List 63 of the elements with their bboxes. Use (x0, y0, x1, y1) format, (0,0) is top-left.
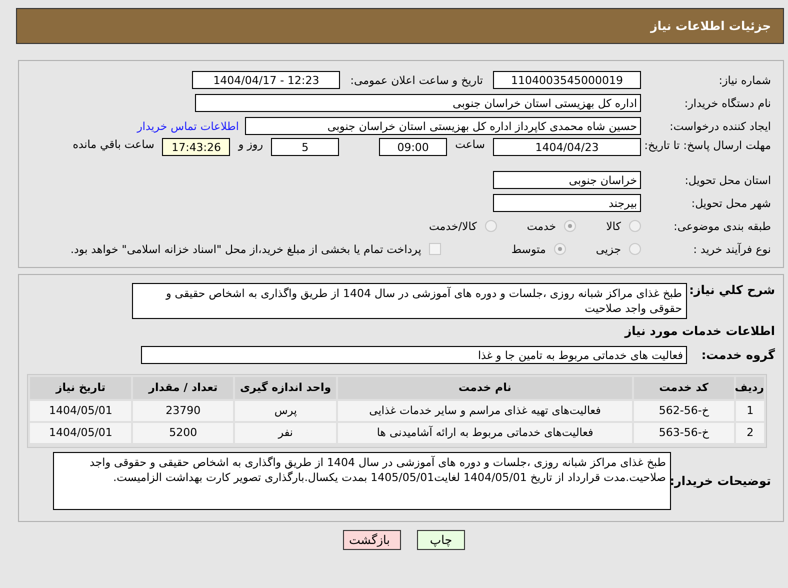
buyer-field: اداره کل بهزیستی استان خراسان جنوبی (195, 94, 641, 112)
radio-label: جزیی (596, 242, 621, 256)
table-cell: فعالیت‌های تهیه غذای مراسم و سایر خدمات غذایی (338, 401, 632, 421)
field-label: استان محل تحویل: (684, 174, 772, 186)
remaining-label: ساعت باقي مانده (72, 138, 154, 151)
radio-button[interactable] (554, 243, 566, 255)
radio-button[interactable] (629, 243, 641, 255)
table-cell: خ-56-562 (634, 401, 734, 421)
table-cell: 2 (736, 423, 764, 443)
checkbox[interactable] (429, 243, 442, 255)
field-label: نام دستگاه خریدار: (683, 96, 772, 110)
days-label: روز و (238, 138, 264, 151)
field-label: توضیحات خریدار: (671, 474, 772, 488)
announce-date-field: 1404/04/17 - 12:23 (192, 71, 340, 89)
column-header: واحد اندازه گیری (234, 377, 336, 399)
field-label: تاریخ و ساعت اعلان عمومی: (350, 74, 483, 86)
field-label: شماره نیاز: (718, 74, 772, 86)
field-label: شهر محل تحویل: (690, 196, 772, 210)
table-cell: فعالیت‌های خدماتی مربوط به ارائه آشامیدنی ها (338, 423, 632, 443)
column-header: کد خدمت (634, 377, 734, 399)
buyer-notes-field: طبخ غذای مراکز شبانه روزی ،جلسات و دوره های آموزشی در سال 1404 از طریق واگذاری به اشخاص حقیقی و حقوقی واجد صلاحیت.مدت قرارداد از تاریخ 1404/05/01 لغایت1405/05/01 بمدت یکسال.بارگذاری تصویر کارت بهداشت الزامیست. (53, 452, 671, 510)
radio-button[interactable] (629, 220, 641, 232)
field-label: مهلت ارسال پاسخ: تا تاریخ: (643, 138, 772, 153)
province-field: خراسان جنوبی (493, 171, 641, 189)
city-field: بیرجند (493, 194, 641, 212)
table-cell: پرس (234, 401, 336, 421)
service-group-field: فعالیت های خدماتی مربوط به تامین جا و غذا (141, 346, 687, 364)
section-heading: اطلاعات خدمات مورد نیاز (623, 323, 776, 340)
table-cell: 1404/05/01 (30, 423, 132, 443)
table-cell: 1404/05/01 (30, 401, 132, 421)
column-header: نام خدمت (338, 377, 632, 399)
table-cell: نفر (234, 423, 336, 443)
deadline-time-field: 09:00 (379, 138, 448, 156)
checkbox-label: پرداخت تمام یا بخشی از مبلغ خرید،از محل "اسناد خزانه اسلامی" خواهد بود. (70, 242, 422, 256)
column-header: ردیف (736, 377, 764, 399)
field-label: ایجاد کننده درخواست: (668, 120, 772, 132)
table-cell: 5200 (133, 423, 233, 443)
radio-button[interactable] (564, 220, 576, 232)
table-cell: 1 (736, 401, 764, 421)
need-number-field: 1104003545000019 (493, 71, 641, 89)
description-field: طبخ غذای مراکز شبانه روزی ،جلسات و دوره های آموزشی در سال 1404 از طریق واگذاری به اشخاص حقیقی و حقوقی واجد صلاحیت (132, 283, 687, 319)
table-cell: 23790 (133, 401, 233, 421)
time-label: ساعت (455, 138, 485, 151)
contact-link[interactable]: اطلاعات تماس خریدار (137, 120, 239, 132)
days-field: 5 (271, 138, 340, 156)
remaining-time-field: 17:43:26 (162, 138, 230, 156)
field-label: نوع فرآیند خرید : (692, 242, 772, 256)
field-label: گروه خدمت: (700, 348, 776, 362)
table-cell: خ-56-563 (634, 423, 734, 443)
creator-field: حسین شاه محمدی کاپرداز اداره کل بهزیستی استان خراسان جنوبی (245, 117, 641, 135)
radio-label: خدمت (526, 220, 556, 232)
radio-button[interactable] (484, 220, 497, 232)
field-label: طبقه بندی موضوعی: (672, 220, 772, 232)
radio-label: متوسط (511, 242, 546, 256)
radio-label: کالا (606, 220, 621, 232)
column-header: تاریخ نیاز (30, 377, 132, 399)
deadline-date-field: 1404/04/23 (493, 138, 641, 156)
page-title: جزئیات اطلاعات نیاز (650, 19, 771, 33)
print-button[interactable]: چاپ (417, 530, 465, 550)
column-header: تعداد / مقدار (133, 377, 233, 399)
field-label: شرح کلي نیاز: (688, 283, 776, 297)
back-button[interactable]: بازگشت (343, 530, 401, 550)
radio-label: کالا/خدمت (429, 220, 477, 232)
